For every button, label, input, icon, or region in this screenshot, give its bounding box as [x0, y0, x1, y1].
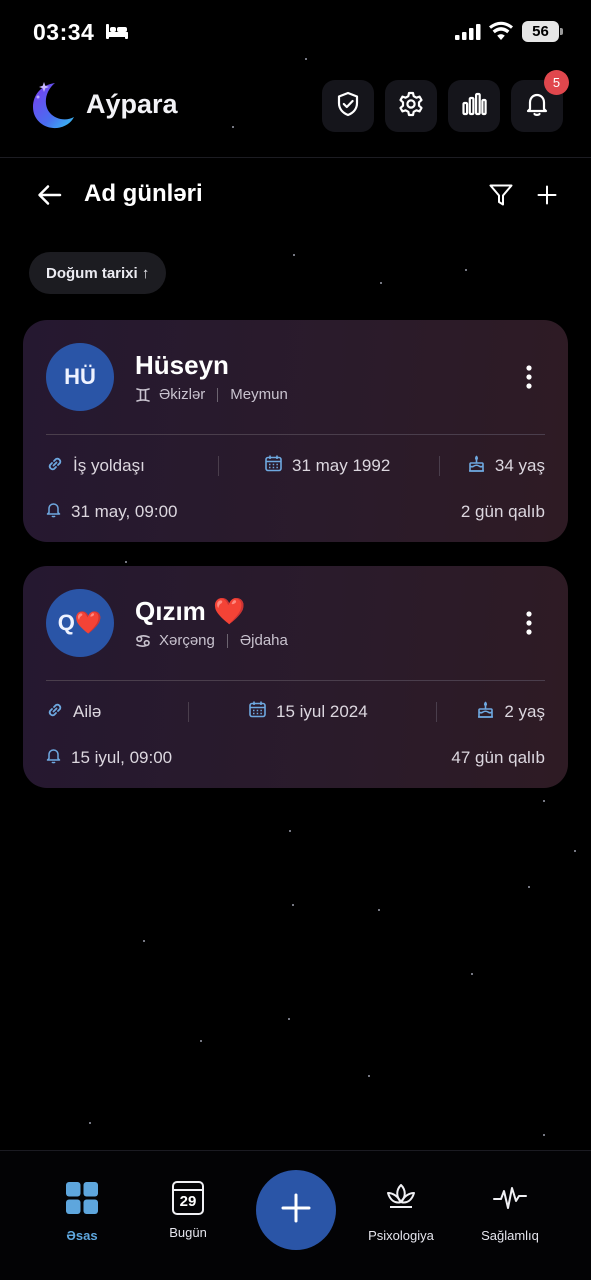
card-info-row: İş yoldaşı 31 may 1992 34 yaş [46, 454, 545, 478]
divider [439, 456, 440, 476]
battery-level: 56 [522, 21, 563, 42]
age: 34 yaş [494, 456, 545, 475]
bell-icon [46, 501, 61, 523]
nav-home-label: Əsas [66, 1228, 98, 1243]
relation: İş yoldaşı [73, 456, 145, 475]
bell-icon [46, 747, 61, 769]
notification-count-badge: 5 [544, 70, 569, 95]
heartbeat-pulse-icon [493, 1181, 527, 1218]
card-divider [46, 680, 545, 681]
page-title: Ad günləri [84, 180, 203, 207]
days-left: 47 gün qalıb [451, 748, 545, 767]
status-bar: 03:34 56 [0, 0, 591, 62]
birth-date: 15 iyul 2024 [276, 702, 368, 721]
settings-button[interactable] [385, 80, 437, 132]
card-info-row: Ailə 15 iyul 2024 2 yaş [46, 700, 545, 724]
nav-home[interactable]: Əsas [27, 1181, 137, 1243]
birth-date-cell: 31 may 1992 [264, 454, 390, 478]
reminder-time: 15 iyul, 09:00 [71, 748, 173, 767]
age: 2 yaş [504, 702, 545, 721]
avatar: Q❤️ [46, 589, 114, 657]
reminder-row: 15 iyul, 09:00 47 gün qalıb [46, 746, 545, 770]
gemini-zodiac-icon [135, 387, 151, 403]
relation-cell: İş yoldaşı [46, 454, 145, 478]
zodiac-sign: Əkizlər [159, 386, 206, 403]
back-arrow-icon[interactable] [36, 181, 64, 214]
days-left: 2 gün qalıb [460, 502, 545, 521]
chinese-zodiac: Meymun [230, 386, 288, 403]
nav-today-label: Bugün [169, 1225, 207, 1240]
divider [217, 387, 219, 402]
reminder-row: 31 may, 09:00 2 gün qalıb [46, 500, 545, 524]
bed-icon [105, 22, 129, 45]
birth-date: 31 may 1992 [292, 456, 391, 475]
lotus-icon [384, 1181, 418, 1218]
birth-date-cell: 15 iyul 2024 [248, 700, 368, 724]
person-name: Hüseyn [135, 350, 229, 380]
bar-chart-icon [460, 90, 488, 123]
cancer-zodiac-icon [135, 633, 151, 649]
age-cell: 34 yaş [467, 454, 545, 478]
sort-chip-label: Doğum tarixi ↑ [46, 264, 150, 282]
grid-icon [65, 1181, 99, 1218]
card-divider [46, 434, 545, 435]
relation: Ailə [73, 702, 102, 721]
zodiac-info: Xərçəng Əjdaha [135, 632, 288, 649]
relation-cell: Ailə [46, 700, 101, 724]
add-birthday-fab[interactable] [256, 1170, 336, 1250]
reminder-time: 31 may, 09:00 [71, 502, 178, 521]
status-time: 03:34 [33, 19, 95, 45]
nav-health-label: Sağlamlıq [481, 1228, 539, 1243]
calendar-icon [248, 700, 267, 724]
app-header: Aýpara 5 [0, 62, 591, 158]
calendar-day-icon: 29 [172, 1181, 204, 1215]
zodiac-sign: Xərçəng [159, 632, 215, 649]
more-options-icon[interactable] [526, 365, 532, 394]
birthday-card[interactable]: HÜ Hüseyn Əkizlər Meymun İş yoldaşı 31 m… [23, 320, 568, 542]
reminder: 15 iyul, 09:00 [46, 747, 172, 769]
reminder: 31 may, 09:00 [46, 501, 177, 523]
crescent-moon-logo-icon [29, 79, 77, 136]
zodiac-info: Əkizlər Meymun [135, 386, 288, 403]
app-title: Aýpara [86, 89, 178, 119]
divider [226, 633, 228, 648]
divider [436, 702, 437, 722]
more-options-icon[interactable] [526, 611, 532, 640]
notifications-button[interactable]: 5 [511, 70, 569, 132]
bottom-navigation: Əsas 29 Bugün Psixologiya Sağlamlıq [0, 1150, 591, 1280]
statistics-button[interactable] [448, 80, 500, 132]
nav-psychology-label: Psixologiya [368, 1228, 434, 1243]
divider [218, 456, 219, 476]
birthday-cake-icon [467, 454, 486, 478]
link-icon [46, 455, 64, 478]
link-icon [46, 701, 64, 724]
sort-chip-birth-date[interactable]: Doğum tarixi ↑ [29, 252, 167, 294]
shield-icon [334, 90, 362, 123]
nav-today[interactable]: 29 Bugün [133, 1181, 243, 1240]
chinese-zodiac: Əjdaha [239, 632, 288, 649]
gear-icon [397, 90, 425, 123]
today-day-number: 29 [179, 1193, 197, 1210]
person-name: Qızım ❤️ [135, 596, 246, 626]
nav-health[interactable]: Sağlamlıq [455, 1181, 565, 1243]
cellular-signal-icon [455, 24, 481, 45]
divider [188, 702, 189, 722]
security-button[interactable] [322, 80, 374, 132]
wifi-icon [489, 21, 513, 46]
age-cell: 2 yaş [476, 700, 545, 724]
birthday-cake-icon [476, 700, 495, 724]
filter-icon[interactable] [488, 182, 514, 213]
avatar: HÜ [46, 343, 114, 411]
nav-psychology[interactable]: Psixologiya [346, 1181, 456, 1243]
plus-icon [280, 1192, 312, 1229]
add-icon[interactable] [535, 183, 559, 212]
bell-icon [523, 90, 551, 123]
calendar-icon [264, 454, 283, 478]
birthday-card[interactable]: Q❤️ Qızım ❤️ Xərçəng Əjdaha Ailə 15 iyul… [23, 566, 568, 788]
